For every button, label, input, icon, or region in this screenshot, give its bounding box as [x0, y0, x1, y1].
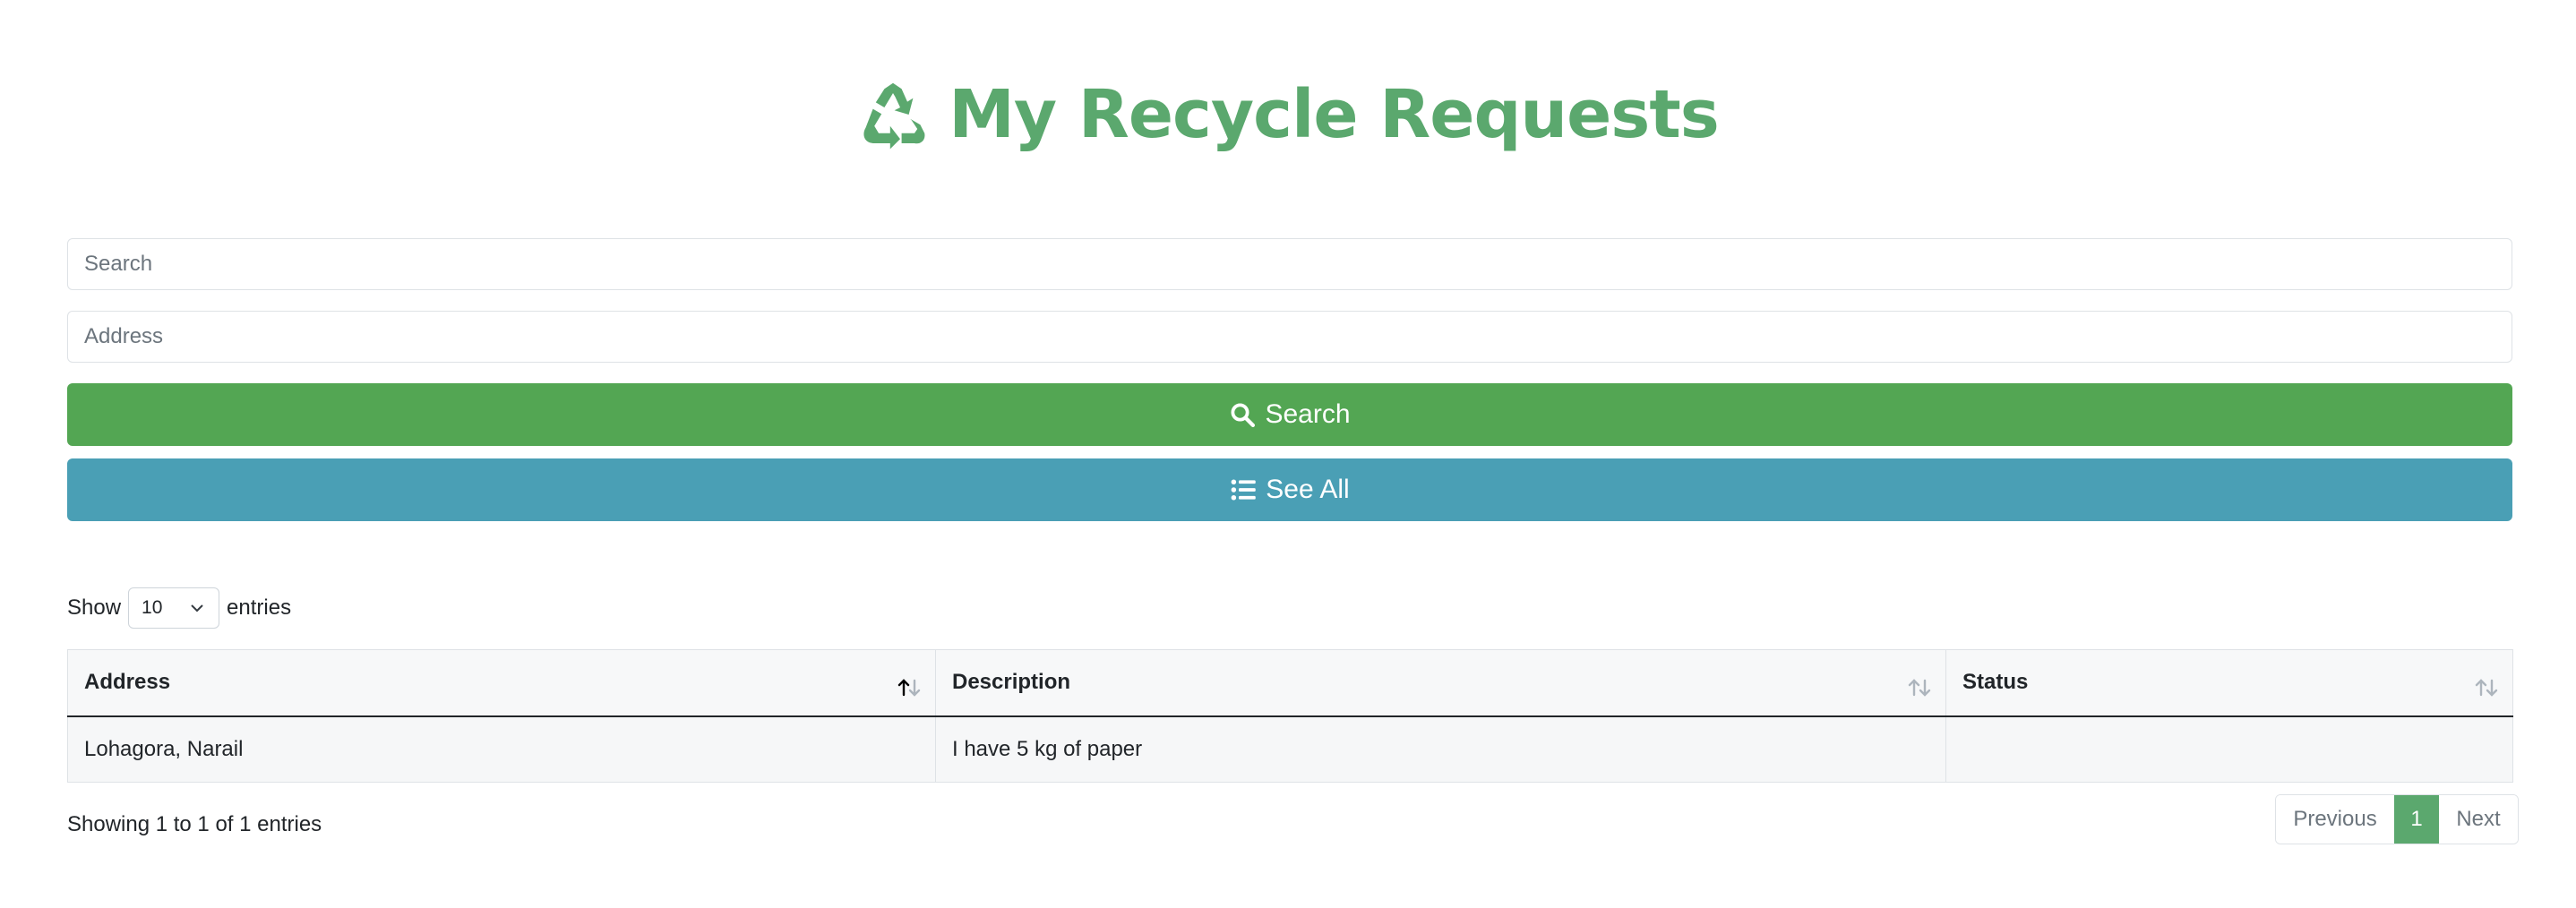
requests-table: Address Description Status Lohagora, Nar… — [67, 649, 2513, 783]
previous-page-button[interactable]: Previous — [2276, 795, 2394, 844]
cell-description: I have 5 kg of paper — [935, 715, 1946, 783]
page-header: My Recycle Requests — [0, 70, 2576, 159]
search-button-label: Search — [1265, 399, 1351, 429]
column-header-label: Address — [84, 670, 171, 695]
entries-label: entries — [227, 595, 292, 620]
column-header-label: Status — [1962, 670, 2029, 695]
recycle-icon — [863, 82, 925, 150]
address-input[interactable] — [67, 311, 2512, 363]
page-size-value: 10 — [142, 597, 163, 618]
search-input[interactable] — [67, 238, 2512, 290]
table-info: Showing 1 to 1 of 1 entries — [67, 812, 322, 836]
see-all-button[interactable]: See All — [67, 458, 2512, 521]
entries-length-control: Show 10 entries — [67, 587, 291, 629]
pagination: Previous 1 Next — [2275, 794, 2519, 844]
sort-icon — [2475, 679, 2498, 697]
show-label: Show — [67, 595, 122, 620]
table-row: Lohagora, Narail I have 5 kg of paper — [67, 715, 2513, 783]
search-button[interactable]: Search — [67, 383, 2512, 446]
table-header-row: Address Description Status — [67, 649, 2513, 717]
column-header-status[interactable]: Status — [1945, 649, 2513, 717]
cell-status — [1945, 715, 2513, 783]
page-size-select[interactable]: 10 — [128, 587, 220, 629]
list-icon — [1231, 479, 1257, 501]
column-header-label: Description — [952, 670, 1071, 695]
next-page-button[interactable]: Next — [2439, 795, 2518, 844]
see-all-button-label: See All — [1266, 475, 1350, 504]
column-header-description[interactable]: Description — [935, 649, 1946, 717]
sort-icon — [1908, 679, 1931, 697]
search-icon — [1231, 403, 1256, 427]
cell-address: Lohagora, Narail — [67, 715, 936, 783]
chevron-down-icon — [191, 604, 203, 612]
sort-ascending-icon — [897, 679, 921, 697]
page-1-button[interactable]: 1 — [2394, 795, 2439, 844]
column-header-address[interactable]: Address — [67, 649, 936, 717]
page: My Recycle Requests Search See All Show … — [0, 0, 2576, 908]
page-title: My Recycle Requests — [949, 76, 1720, 153]
